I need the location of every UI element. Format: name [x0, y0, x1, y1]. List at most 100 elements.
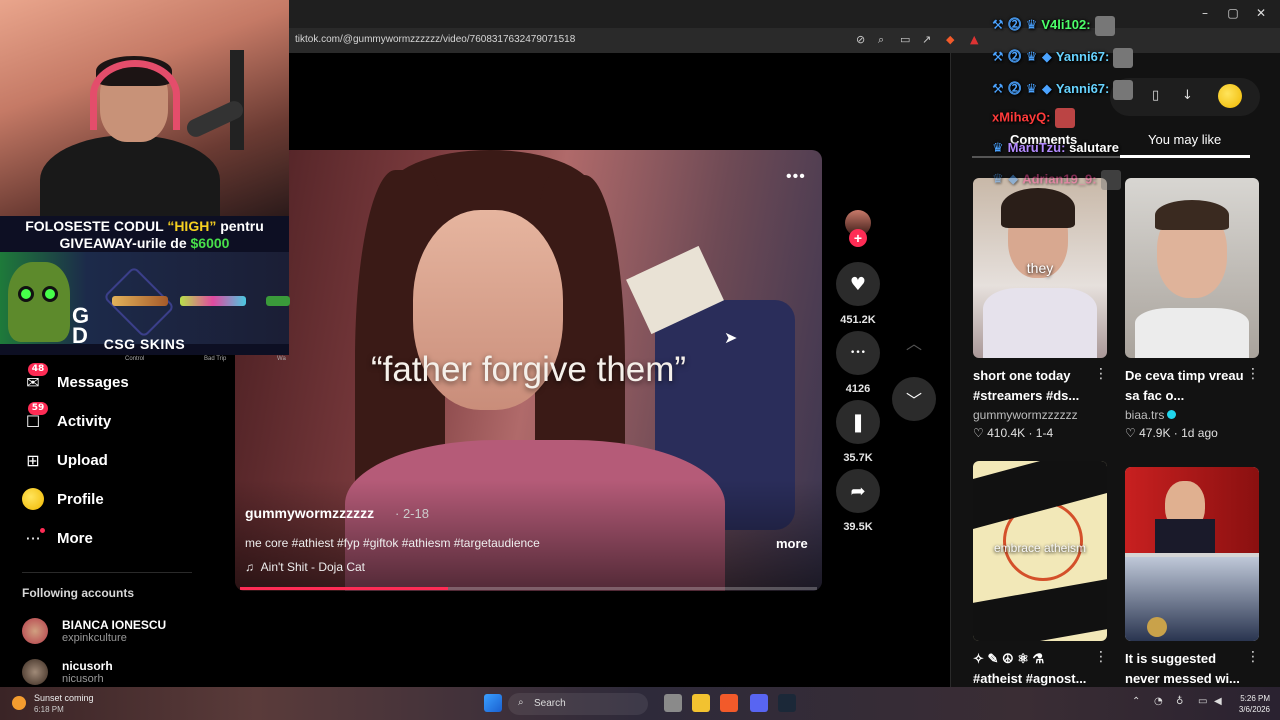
next-video-button[interactable]: ﹀: [892, 377, 936, 421]
video-progress-bar[interactable]: [240, 587, 817, 590]
device-icon[interactable]: ▯: [1152, 88, 1159, 103]
follow-button[interactable]: +: [849, 229, 867, 247]
share-button[interactable]: ➦ 39.5K: [836, 469, 880, 533]
video-options-icon[interactable]: •••: [786, 168, 806, 186]
brave-shield-icon[interactable]: ◆: [946, 33, 954, 46]
video-thumbnail[interactable]: they: [973, 178, 1107, 358]
like-button[interactable]: ♥ 451.2K: [836, 262, 880, 326]
notification-dot: [40, 528, 45, 533]
bookmark-count: 35.7K: [843, 452, 873, 464]
rewards-icon[interactable]: ▲: [970, 33, 978, 46]
microphone-icon[interactable]: ♁: [1176, 696, 1183, 707]
card-options-icon[interactable]: ⋮: [1246, 366, 1260, 382]
bookmark-button[interactable]: ❚ 35.7K: [836, 400, 880, 464]
tab-you-may-like[interactable]: You may like: [1148, 132, 1221, 147]
card-options-icon[interactable]: ⋮: [1246, 649, 1260, 665]
card-author[interactable]: gummywormzzzzzz: [973, 408, 1078, 422]
following-account[interactable]: nicusorh nicusorh: [22, 657, 113, 687]
tray-chevron-icon[interactable]: ⌃: [1132, 696, 1140, 707]
account-name: BIANCA IONESCU: [62, 617, 167, 632]
chat-message: ⚒ ⓶ ♛ V4li102:: [992, 14, 1115, 36]
chat-message: ♛ ◆ Adrian19_9:: [992, 170, 1121, 190]
profile-icon: [22, 488, 44, 510]
card-title[interactable]: De ceva timp vreau sa fac o...: [1125, 366, 1245, 406]
minimize-button[interactable]: –: [1190, 6, 1220, 20]
card-options-icon[interactable]: ⋮: [1094, 366, 1108, 382]
like-count: 451.2K: [840, 314, 876, 326]
sidebar-item-profile[interactable]: Profile: [22, 487, 104, 511]
card-stats: ♡ 47.9K · 1d ago: [1125, 426, 1218, 440]
share-page-icon[interactable]: ↗: [922, 33, 931, 46]
card-title[interactable]: short one today #streamers #ds...: [973, 366, 1093, 406]
steam-icon[interactable]: [778, 694, 796, 712]
start-icon[interactable]: [484, 694, 502, 712]
chat-message: ♛ MaruTzu: salutare: [992, 140, 1119, 156]
emote-icon: [1094, 15, 1115, 36]
no-tracking-icon[interactable]: ⊘: [856, 33, 865, 46]
card-author[interactable]: biaa.trs: [1125, 408, 1177, 422]
card-options-icon[interactable]: ⋮: [1094, 649, 1108, 665]
taskbar: Sunset coming 6:18 PM ⌕ Search ⌃ ◔ ♁ ▭ ◀…: [0, 687, 1280, 720]
weather-title[interactable]: Sunset coming: [34, 693, 94, 703]
sidebar-item-more[interactable]: ··· More: [22, 526, 92, 550]
chat-badge-icon: ⚒ ⓶ ♛ ◆: [992, 50, 1052, 65]
rifle-skin-icon: [112, 296, 168, 306]
account-username: nicusorh: [62, 672, 104, 685]
chat-badge-icon: ♛: [992, 141, 1004, 156]
taskbar-search[interactable]: ⌕ Search: [508, 693, 648, 715]
brave-browser-icon[interactable]: [720, 694, 738, 712]
previous-video-button[interactable]: ︿: [892, 320, 936, 364]
maximize-button[interactable]: ▢: [1218, 6, 1248, 20]
emote-icon: [1100, 170, 1121, 190]
card-title[interactable]: It is suggested never messed wi...: [1125, 649, 1245, 689]
taskbar-clock[interactable]: 5:26 PM 3/6/2026: [1226, 693, 1270, 715]
chat-message: ⚒ ⓶ ♛ ◆ Yanni67:: [992, 78, 1134, 100]
sidebar-item-label: Messages: [57, 373, 129, 391]
sidebar-item-messages[interactable]: ✉ 48 Messages: [22, 363, 129, 394]
messages-icon: ✉ 48: [22, 363, 48, 393]
more-button[interactable]: more: [776, 536, 808, 551]
activity-icon: ☐ 59: [22, 402, 48, 432]
comment-button[interactable]: ••• 4126: [836, 331, 880, 395]
download-icon[interactable]: ↓: [1182, 88, 1193, 103]
video-music[interactable]: ♫ Ain't Shit - Doja Cat: [245, 560, 365, 574]
verified-icon: [1167, 410, 1177, 419]
messages-badge: 48: [28, 363, 48, 376]
emote-icon: [1054, 108, 1075, 128]
comment-icon: •••: [836, 331, 880, 375]
bookmark-icon: ❚: [836, 400, 880, 444]
display-icon[interactable]: ▭: [1198, 696, 1207, 707]
zoom-icon[interactable]: ⌕: [878, 33, 884, 47]
video-thumbnail[interactable]: [1125, 178, 1259, 358]
card-title[interactable]: ✧ ✎ ☮ ⚛ ⚗ #atheist #agnost...: [973, 649, 1093, 689]
weather-icon[interactable]: [12, 696, 26, 710]
video-text-overlay: “father forgive them”: [370, 350, 687, 389]
sidebar-item-activity[interactable]: ☐ 59 Activity: [22, 402, 111, 433]
share-count: 39.5K: [843, 521, 873, 533]
close-button[interactable]: ✕: [1246, 6, 1276, 20]
streamer-webcam: [0, 0, 289, 216]
activity-badge: 59: [28, 402, 48, 415]
chat-badge-icon: ⚒ ⓶ ♛: [992, 18, 1038, 33]
file-explorer-icon[interactable]: [692, 694, 710, 712]
chat-message: ⚒ ⓶ ♛ ◆ Yanni67:: [992, 46, 1134, 68]
search-icon: ⌕: [518, 697, 524, 708]
video-thumbnail[interactable]: embrace atheism: [973, 461, 1107, 641]
following-header: Following accounts: [22, 586, 135, 600]
network-icon[interactable]: ◔: [1154, 696, 1163, 707]
volume-icon[interactable]: ◀: [1214, 696, 1222, 707]
account-name: nicusorh: [62, 658, 113, 673]
thumbnail-caption: they: [1026, 260, 1054, 276]
sidebar-item-upload[interactable]: ⊞ Upload: [22, 448, 108, 472]
heart-icon: ♥: [836, 262, 880, 306]
video-player[interactable]: ••• “father forgive them” gummywormzzzzz…: [235, 150, 822, 591]
discord-icon[interactable]: [750, 694, 768, 712]
task-view-icon[interactable]: [664, 694, 682, 712]
video-author[interactable]: gummywormzzzzzz: [245, 505, 374, 521]
video-description: me core #athiest #fyp #giftok #athiesm #…: [245, 536, 540, 550]
video-thumbnail[interactable]: [1125, 467, 1259, 641]
coin-icon[interactable]: [1218, 84, 1242, 108]
following-account[interactable]: BIANCA IONESCU expinkculture: [22, 616, 166, 646]
cast-icon[interactable]: ▭: [900, 33, 910, 46]
url-text[interactable]: tiktok.com/@gummywormzzzzzz/video/760831…: [295, 34, 575, 45]
